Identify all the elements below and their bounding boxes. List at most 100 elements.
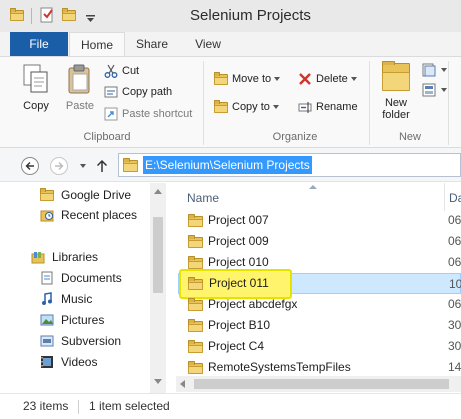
- tab-share[interactable]: Share: [128, 32, 176, 56]
- forward-button[interactable]: [50, 157, 68, 175]
- copy-path-button[interactable]: Copy path: [104, 83, 184, 101]
- file-name: Project abcdefgx: [208, 297, 298, 311]
- column-header-date[interactable]: Da: [449, 191, 461, 205]
- arrow-left-icon: [25, 162, 34, 170]
- chevron-down-icon: [350, 77, 357, 82]
- folder-icon: [188, 340, 203, 353]
- file-row[interactable]: Project 009 06: [178, 231, 461, 252]
- window-title: Selenium Projects: [190, 7, 311, 24]
- copy-to-label: Copy to: [232, 101, 270, 113]
- scrollbar-thumb[interactable]: [153, 217, 163, 293]
- file-row[interactable]: Project abcdefgx 06: [178, 294, 461, 315]
- status-divider: [78, 400, 79, 414]
- ribbon-tabs: File Home Share View: [0, 32, 461, 57]
- folder-icon: [188, 361, 203, 374]
- arrow-up-icon[interactable]: [96, 159, 108, 173]
- address-bar[interactable]: E:\Selenium\Selenium Projects: [118, 153, 461, 177]
- nav-item-label: Recent places: [61, 208, 138, 222]
- tab-home[interactable]: Home: [69, 32, 125, 57]
- file-list: Name Da Project 007 06 Project 009 06 Pr…: [168, 183, 461, 393]
- tab-view[interactable]: View: [182, 32, 234, 56]
- file-row[interactable]: Project 007 06: [178, 210, 461, 231]
- status-bar: 23 items 1 item selected: [0, 393, 461, 419]
- copy-path-label: Copy path: [122, 86, 173, 98]
- scroll-left-arrow-icon[interactable]: [180, 380, 185, 388]
- nav-item-label: Documents: [61, 271, 122, 285]
- move-to-label: Move to: [232, 73, 272, 85]
- group-divider: [448, 61, 449, 145]
- copy-to-icon: [214, 100, 228, 113]
- paste-shortcut-button[interactable]: Paste shortcut: [104, 105, 198, 123]
- back-button[interactable]: [21, 157, 39, 175]
- file-date: 06: [448, 297, 461, 311]
- folder-icon: [188, 214, 203, 227]
- chevron-down-icon: [272, 105, 279, 110]
- file-name: Project B10: [208, 318, 271, 332]
- documents-icon: [41, 271, 53, 285]
- scissors-icon: [104, 64, 118, 78]
- easy-access-button[interactable]: [422, 81, 447, 99]
- paste-button[interactable]: Paste: [60, 63, 100, 125]
- new-folder-icon: [382, 61, 410, 91]
- clipboard-group-label: Clipboard: [83, 131, 131, 143]
- recent-locations-icon[interactable]: [80, 164, 86, 168]
- folder-icon: [188, 277, 203, 290]
- nav-item-label: Music: [61, 292, 93, 306]
- file-date: 06: [448, 255, 461, 269]
- column-header-name[interactable]: Name: [187, 191, 219, 205]
- file-date: 30: [448, 339, 461, 353]
- paste-label: Paste: [65, 100, 95, 112]
- nav-item-label: Libraries: [52, 250, 99, 264]
- nav-pane-scrollbar[interactable]: [150, 183, 166, 393]
- scroll-down-arrow-icon[interactable]: [154, 379, 162, 384]
- file-date: 10: [449, 277, 461, 291]
- folder-icon: [188, 256, 203, 269]
- move-to-icon: [214, 72, 228, 85]
- cut-button[interactable]: Cut: [104, 62, 164, 80]
- move-to-button[interactable]: Move to: [214, 70, 288, 88]
- recent-places-icon: [40, 210, 54, 222]
- scroll-up-arrow-icon[interactable]: [154, 189, 162, 194]
- scrollbar-thumb[interactable]: [194, 379, 449, 389]
- file-row[interactable]: RemoteSystemsTempFiles 14: [178, 357, 461, 378]
- new-item-button[interactable]: [422, 61, 447, 79]
- copy-to-button[interactable]: Copy to: [214, 98, 288, 116]
- easy-access-icon: [422, 83, 436, 97]
- tab-file[interactable]: File: [10, 32, 68, 56]
- nav-item-label: Subversion: [61, 334, 122, 348]
- cut-label: Cut: [122, 65, 140, 77]
- videos-icon: [41, 356, 53, 368]
- rename-button[interactable]: Rename: [298, 98, 364, 116]
- nav-item-label: Pictures: [61, 313, 105, 327]
- copy-button[interactable]: Copy: [16, 63, 56, 125]
- arrow-right-icon: [55, 162, 64, 170]
- file-name: Project C4: [208, 339, 265, 353]
- new-folder-button[interactable]: New folder: [375, 61, 417, 127]
- paste-shortcut-label: Paste shortcut: [122, 108, 193, 120]
- chevron-down-icon: [441, 88, 447, 92]
- google-drive-icon: [40, 188, 54, 201]
- organize-group-label: Organize: [272, 131, 318, 143]
- copy-icon: [23, 64, 48, 93]
- item-count: 23 items: [23, 399, 69, 413]
- file-name: Project 007: [208, 213, 269, 227]
- pictures-icon: [40, 314, 54, 326]
- delete-label: Delete: [316, 73, 348, 85]
- selection-count: 1 item selected: [89, 399, 170, 413]
- file-row[interactable]: Project C4 30: [178, 336, 461, 357]
- file-name: Project 010: [208, 255, 269, 269]
- paste-icon: [68, 64, 90, 94]
- nav-item-label: Google Drive: [61, 188, 132, 202]
- new-item-icon: [422, 63, 436, 77]
- navigation-bar: E:\Selenium\Selenium Projects: [0, 148, 461, 182]
- delete-button[interactable]: Delete: [298, 70, 368, 88]
- chevron-down-icon: [274, 77, 281, 82]
- group-divider: [203, 61, 204, 145]
- file-list-horizontal-scrollbar[interactable]: [176, 376, 461, 392]
- folder-icon: [188, 319, 203, 332]
- column-divider[interactable]: [444, 183, 445, 211]
- address-path[interactable]: E:\Selenium\Selenium Projects: [143, 156, 312, 174]
- file-row[interactable]: Project B10 30: [178, 315, 461, 336]
- address-folder-icon: [123, 158, 138, 172]
- new-folder-label-line2: folder: [382, 109, 410, 121]
